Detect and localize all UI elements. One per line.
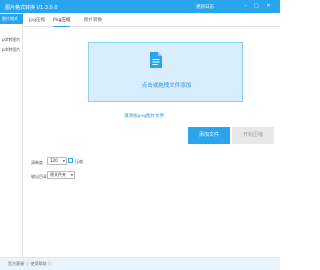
title-bar: 图片格式转换 V1.3.0.0 更新日志 – □ ✕ [0,0,280,13]
sidebar-item-pdf-to-image[interactable]: pdf转图片 [0,35,23,45]
update-log-link[interactable]: 更新日志 [196,4,214,10]
close-button[interactable]: ✕ [265,3,272,10]
sidebar-item-image-format[interactable]: 图片格式 [0,14,23,24]
compress-checkbox[interactable] [68,158,73,163]
file-dropzone[interactable]: 点击或拖拽文件添加 [88,42,243,102]
maximize-button[interactable]: □ [253,3,260,10]
output-dir-select[interactable]: 原文件夹 ▼ [47,171,75,179]
minimize-button[interactable]: – [242,3,249,10]
add-file-button[interactable]: 添加文件 [188,127,230,144]
tab-jpg-compress[interactable]: Jpg压缩 [29,16,45,27]
tab-png-compress[interactable]: Png压缩 [53,16,71,27]
app-title: 图片格式转换 V1.3.0.0 [5,4,58,11]
chevron-down-icon: ▼ [62,159,65,163]
sidebar-item-pdf-to-image-2[interactable]: pdf转图片 [0,45,23,55]
quality-value: 120 [50,158,58,163]
status-bar: 官方客服 ⓘ 使用帮助 ⓘ [0,257,280,270]
start-compress-button[interactable]: 开始压缩 [232,127,274,144]
add-png-link[interactable]: 请添加png图片文件 [124,113,164,119]
quality-select[interactable]: 120 ▼ [47,157,67,165]
sidebar: 图片格式 pdf转图片 pdf转图片 [0,13,23,257]
chevron-down-icon: ▼ [70,173,73,177]
output-dir-label: 输出目录 [31,174,47,179]
file-icon [150,52,162,68]
output-dir-value: 原文件夹 [50,172,66,177]
dropzone-text: 点击或拖拽文件添加 [141,83,192,89]
quality-label: 清晰度 [31,160,43,165]
compress-checkbox-label: 压缩 [75,159,83,164]
tab-bar: Jpg压缩 Png压缩 图片转换 [23,13,280,27]
tab-image-convert[interactable]: 图片转换 [84,16,102,27]
footer-text: 官方客服 ⓘ 使用帮助 ⓘ [8,260,52,266]
